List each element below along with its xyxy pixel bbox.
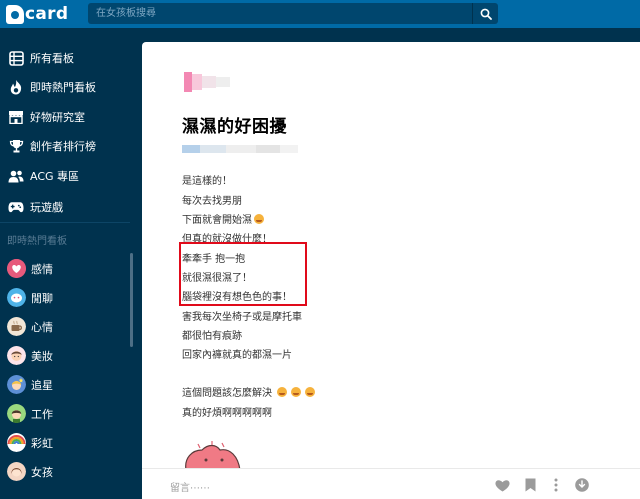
sad-emoji-icon [277, 387, 287, 397]
content-line: 每次去找男朋 [182, 196, 242, 207]
board-label: 女孩 [31, 466, 53, 479]
sidebar-item-label: 即時熱門看板 [30, 81, 96, 94]
section-title: 即時熱門看板 [7, 236, 67, 247]
download-circle-icon [575, 478, 589, 492]
download-button[interactable] [574, 477, 590, 493]
sidebar-item-label: 好物研究室 [30, 111, 85, 124]
content-line: 真的好煩啊啊啊啊啊 [182, 408, 272, 419]
board-label: 閒聊 [31, 292, 53, 305]
sidebar-item-goods-lab[interactable]: 好物研究室 [0, 103, 130, 131]
sad-emoji-icon [291, 387, 301, 397]
sidebar-item-games[interactable]: 玩遊戲 [0, 193, 130, 221]
board-avatar [7, 259, 26, 278]
logo-mark-icon [6, 4, 24, 24]
board-avatar [7, 462, 26, 481]
board-avatar [7, 288, 26, 307]
post-action-bar: 留言⋯⋯ [142, 468, 640, 499]
sidebar-board-makeup[interactable]: 美妝 [0, 341, 130, 369]
gamepad-icon [8, 199, 24, 215]
post-title: 濕濕的好困擾 [182, 117, 287, 137]
bookmark-button[interactable] [522, 477, 538, 493]
author-name-blurred [184, 72, 230, 92]
content-line: 回家內褲就真的都濕一片 [182, 350, 292, 361]
sidebar-board-mood[interactable]: 心情 [0, 312, 130, 340]
board-label: 彩虹 [31, 437, 53, 450]
sidebar-board-relationship[interactable]: 感情 [0, 254, 130, 282]
board-avatar [7, 375, 26, 394]
top-bar: card [0, 0, 640, 28]
sidebar-item-label: 創作者排行榜 [30, 140, 96, 153]
post-meta-blurred [182, 145, 298, 153]
store-icon [8, 109, 24, 125]
list-icon [8, 50, 24, 66]
board-avatar [7, 317, 26, 336]
sticker-image [185, 441, 241, 470]
board-label: 工作 [31, 408, 53, 421]
dcard-logo[interactable]: card [6, 3, 68, 25]
sidebar: 所有看板 即時熱門看板 好物研究室 創作者排行榜 ACG 專區 玩遊戲 即時熱門… [0, 28, 140, 499]
post-card: 濕濕的好困擾 是這樣的！ 每次去找男朋 下面就會開始濕 但真的就沒做什麼！ 牽牽… [142, 42, 640, 499]
sidebar-item-label: 所有看板 [30, 52, 74, 65]
sidebar-item-all-boards[interactable]: 所有看板 [0, 44, 130, 72]
users-icon [8, 168, 24, 184]
logo-text: card [25, 4, 69, 24]
comment-input[interactable]: 留言⋯⋯ [170, 479, 210, 494]
board-avatar [7, 433, 26, 452]
board-label: 美妝 [31, 350, 53, 363]
content-line: 下面就會開始濕 [182, 211, 264, 226]
sidebar-scrollbar[interactable] [130, 253, 133, 347]
like-button[interactable] [494, 477, 510, 493]
sidebar-board-rainbow[interactable]: 彩虹 [0, 428, 130, 456]
board-label: 心情 [31, 321, 53, 334]
sidebar-item-acg[interactable]: ACG 專區 [0, 162, 130, 190]
board-avatar [7, 404, 26, 423]
board-label: 感情 [31, 263, 53, 276]
content-line: 這個問題該怎麼解決 [182, 384, 315, 399]
search-box [88, 3, 472, 24]
fire-icon [8, 79, 24, 95]
search-icon [480, 8, 492, 20]
board-avatar [7, 346, 26, 365]
sidebar-item-label: ACG 專區 [30, 170, 80, 183]
more-options-button[interactable] [548, 477, 564, 493]
board-label: 追星 [31, 379, 53, 392]
sidebar-board-girl[interactable]: 女孩 [0, 457, 130, 485]
sidebar-board-chat[interactable]: 閒聊 [0, 283, 130, 311]
content-line: 是這樣的！ [182, 176, 232, 187]
search-button[interactable] [472, 3, 498, 24]
search-input[interactable] [88, 3, 472, 24]
bookmark-icon [525, 478, 535, 492]
sidebar-item-creator-ranking[interactable]: 創作者排行榜 [0, 132, 130, 160]
sidebar-board-work[interactable]: 工作 [0, 399, 130, 427]
content-line: 害我每次坐椅子或是摩托車 [182, 312, 302, 323]
content-line: 都很怕有痕跡 [182, 331, 242, 342]
sidebar-item-label: 玩遊戲 [30, 201, 63, 214]
sidebar-item-trending[interactable]: 即時熱門看板 [0, 73, 130, 101]
trophy-icon [8, 138, 24, 154]
heart-icon [494, 479, 510, 491]
smile-emoji-icon [254, 214, 264, 224]
more-vertical-icon [554, 478, 558, 492]
highlight-box [179, 242, 307, 306]
sidebar-board-idol[interactable]: 追星 [0, 370, 130, 398]
sidebar-divider [0, 222, 130, 223]
sad-emoji-icon [305, 387, 315, 397]
